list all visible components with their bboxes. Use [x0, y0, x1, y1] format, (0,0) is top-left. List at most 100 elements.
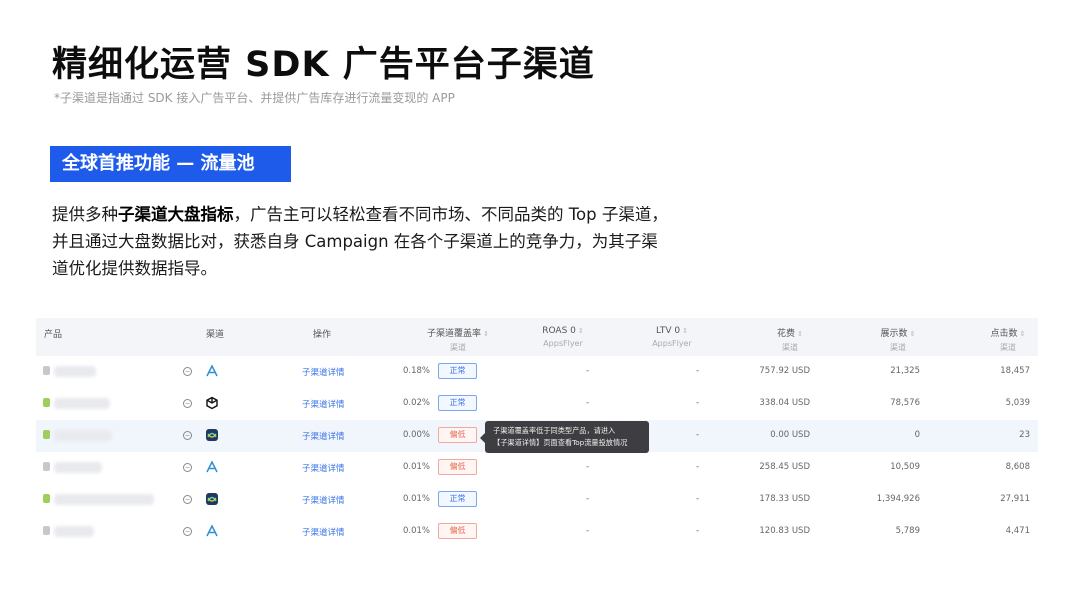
spend-value: 338.04 USD — [759, 398, 810, 408]
subchannel-detail-link[interactable]: 子渠道详情 — [302, 398, 345, 410]
description-part1: 提供多种 — [52, 205, 118, 224]
header-roas-sub: AppsFlyer — [543, 339, 583, 348]
header-ltv[interactable]: LTV 0 ⇕ AppsFlyer — [632, 326, 712, 348]
header-roas[interactable]: ROAS 0 ⇕ AppsFlyer — [523, 326, 603, 348]
feature-description: 提供多种子渠道大盘指标，广告主可以轻松查看不同市场、不同品类的 Top 子渠道，… — [52, 201, 672, 282]
product-name-blurred — [54, 430, 112, 441]
table-row: − 子渠道详情 0.01% 偏低 - - 258.45 USD 10,509 8… — [36, 452, 1038, 484]
clicks-value: 8,608 — [1005, 462, 1030, 472]
mintegral-icon — [206, 429, 218, 441]
spend-value: 120.83 USD — [759, 526, 810, 536]
header-ltv-label: LTV 0 — [656, 326, 681, 336]
product-name-blurred — [54, 494, 154, 505]
header-impressions[interactable]: 展示数 ⇕ 渠道 — [868, 326, 928, 353]
ltv-value: - — [696, 430, 700, 440]
status-badge: 正常 — [438, 363, 477, 379]
coverage-value: 0.01% — [402, 494, 430, 504]
header-coverage-label: 子渠道覆盖率 — [427, 329, 482, 339]
tooltip-line-1: 子渠道覆盖率低于同类型产品，请进入 — [493, 426, 616, 435]
subchannel-detail-link[interactable]: 子渠道详情 — [302, 494, 345, 506]
filter-icon[interactable]: − — [183, 367, 192, 376]
android-icon — [43, 398, 50, 407]
sort-icon[interactable]: ⇕ — [910, 330, 916, 338]
coverage-value: 0.00% — [402, 430, 430, 440]
android-icon — [43, 430, 50, 439]
spend-value: 178.33 USD — [759, 494, 810, 504]
spend-value: 757.92 USD — [759, 366, 810, 376]
clicks-value: 23 — [1019, 430, 1030, 440]
coverage-value: 0.01% — [402, 526, 430, 536]
page-subtitle: *子渠道是指通过 SDK 接入广告平台、并提供广告库存进行流量变现的 APP — [54, 91, 455, 105]
header-coverage[interactable]: 子渠道覆盖率 ⇕ 渠道 — [408, 326, 508, 353]
header-product: 产品 — [44, 330, 63, 340]
clicks-value: 5,039 — [1005, 398, 1030, 408]
subchannel-detail-link[interactable]: 子渠道详情 — [302, 366, 345, 378]
subchannel-detail-link[interactable]: 子渠道详情 — [302, 430, 345, 442]
header-spend-sub: 渠道 — [782, 343, 798, 352]
coverage-tooltip: 子渠道覆盖率低于同类型产品，请进入 【子渠道详情】页面查看Top流量投放情况 — [480, 421, 649, 453]
roas-value: - — [586, 494, 590, 504]
mintegral-icon — [206, 493, 218, 505]
roas-value: - — [586, 366, 590, 376]
roas-value: - — [586, 398, 590, 408]
product-name-blurred — [54, 462, 102, 473]
ltv-value: - — [696, 398, 700, 408]
header-spend[interactable]: 花费 ⇕ 渠道 — [760, 326, 820, 353]
clicks-value: 18,457 — [1000, 366, 1030, 376]
ltv-value: - — [696, 494, 700, 504]
header-ltv-sub: AppsFlyer — [652, 339, 692, 348]
header-impressions-label: 展示数 — [880, 329, 908, 339]
sort-icon[interactable]: ⇕ — [1020, 330, 1026, 338]
filter-icon[interactable]: − — [183, 463, 192, 472]
impressions-value: 1,394,926 — [876, 494, 920, 504]
appier-a-icon — [206, 524, 218, 537]
subchannel-detail-link[interactable]: 子渠道详情 — [302, 462, 345, 474]
clicks-value: 27,911 — [1000, 494, 1030, 504]
sort-icon[interactable]: ⇕ — [682, 327, 688, 335]
table-row: − 子渠道详情 0.02% 正常 - - 338.04 USD 78,576 5… — [36, 388, 1038, 420]
appier-a-icon — [206, 460, 218, 473]
subchannel-detail-link[interactable]: 子渠道详情 — [302, 526, 345, 538]
status-badge: 偏低 — [438, 523, 477, 539]
unity-cube-icon — [206, 396, 218, 410]
sort-icon[interactable]: ⇕ — [578, 327, 584, 335]
android-icon — [43, 494, 50, 503]
roas-value: - — [586, 462, 590, 472]
impressions-value: 78,576 — [890, 398, 920, 408]
appier-a-icon — [206, 364, 218, 377]
product-name-blurred — [54, 526, 94, 537]
ltv-value: - — [696, 366, 700, 376]
page-title: 精细化运营 SDK 广告平台子渠道 — [52, 45, 595, 85]
table-row: − 子渠道详情 0.01% 正常 - - 178.33 USD 1,394,92… — [36, 484, 1038, 516]
header-action: 操作 — [313, 330, 332, 340]
clicks-value: 4,471 — [1005, 526, 1030, 536]
spend-value: 258.45 USD — [759, 462, 810, 472]
table-header: 产品 渠道 操作 子渠道覆盖率 ⇕ 渠道 ROAS 0 ⇕ AppsFlyer LT… — [36, 318, 1038, 356]
product-name-blurred — [54, 366, 96, 377]
status-badge: 正常 — [438, 491, 477, 507]
status-badge[interactable]: 偏低 — [438, 427, 477, 443]
impressions-value: 21,325 — [890, 366, 920, 376]
sort-icon[interactable]: ⇕ — [797, 330, 803, 338]
coverage-value: 0.02% — [402, 398, 430, 408]
header-coverage-sub: 渠道 — [450, 343, 466, 352]
header-clicks[interactable]: 点击数 ⇕ 渠道 — [978, 326, 1038, 353]
ios-icon — [43, 526, 50, 535]
filter-icon[interactable]: − — [183, 399, 192, 408]
impressions-value: 5,789 — [895, 526, 920, 536]
status-badge: 正常 — [438, 395, 477, 411]
ios-icon — [43, 366, 50, 375]
ltv-value: - — [696, 462, 700, 472]
impressions-value: 10,509 — [890, 462, 920, 472]
feature-badge: 全球首推功能 — 流量池 — [50, 146, 291, 182]
status-badge: 偏低 — [438, 459, 477, 475]
table-row: − 子渠道详情 0.01% 偏低 - - 120.83 USD 5,789 4,… — [36, 516, 1038, 548]
filter-icon[interactable]: − — [183, 495, 192, 504]
filter-icon[interactable]: − — [183, 527, 192, 536]
impressions-value: 0 — [914, 430, 920, 440]
sort-icon[interactable]: ⇕ — [483, 330, 489, 338]
filter-icon[interactable]: − — [183, 431, 192, 440]
header-impressions-sub: 渠道 — [890, 343, 906, 352]
coverage-value: 0.18% — [402, 366, 430, 376]
spend-value: 0.00 USD — [770, 430, 810, 440]
